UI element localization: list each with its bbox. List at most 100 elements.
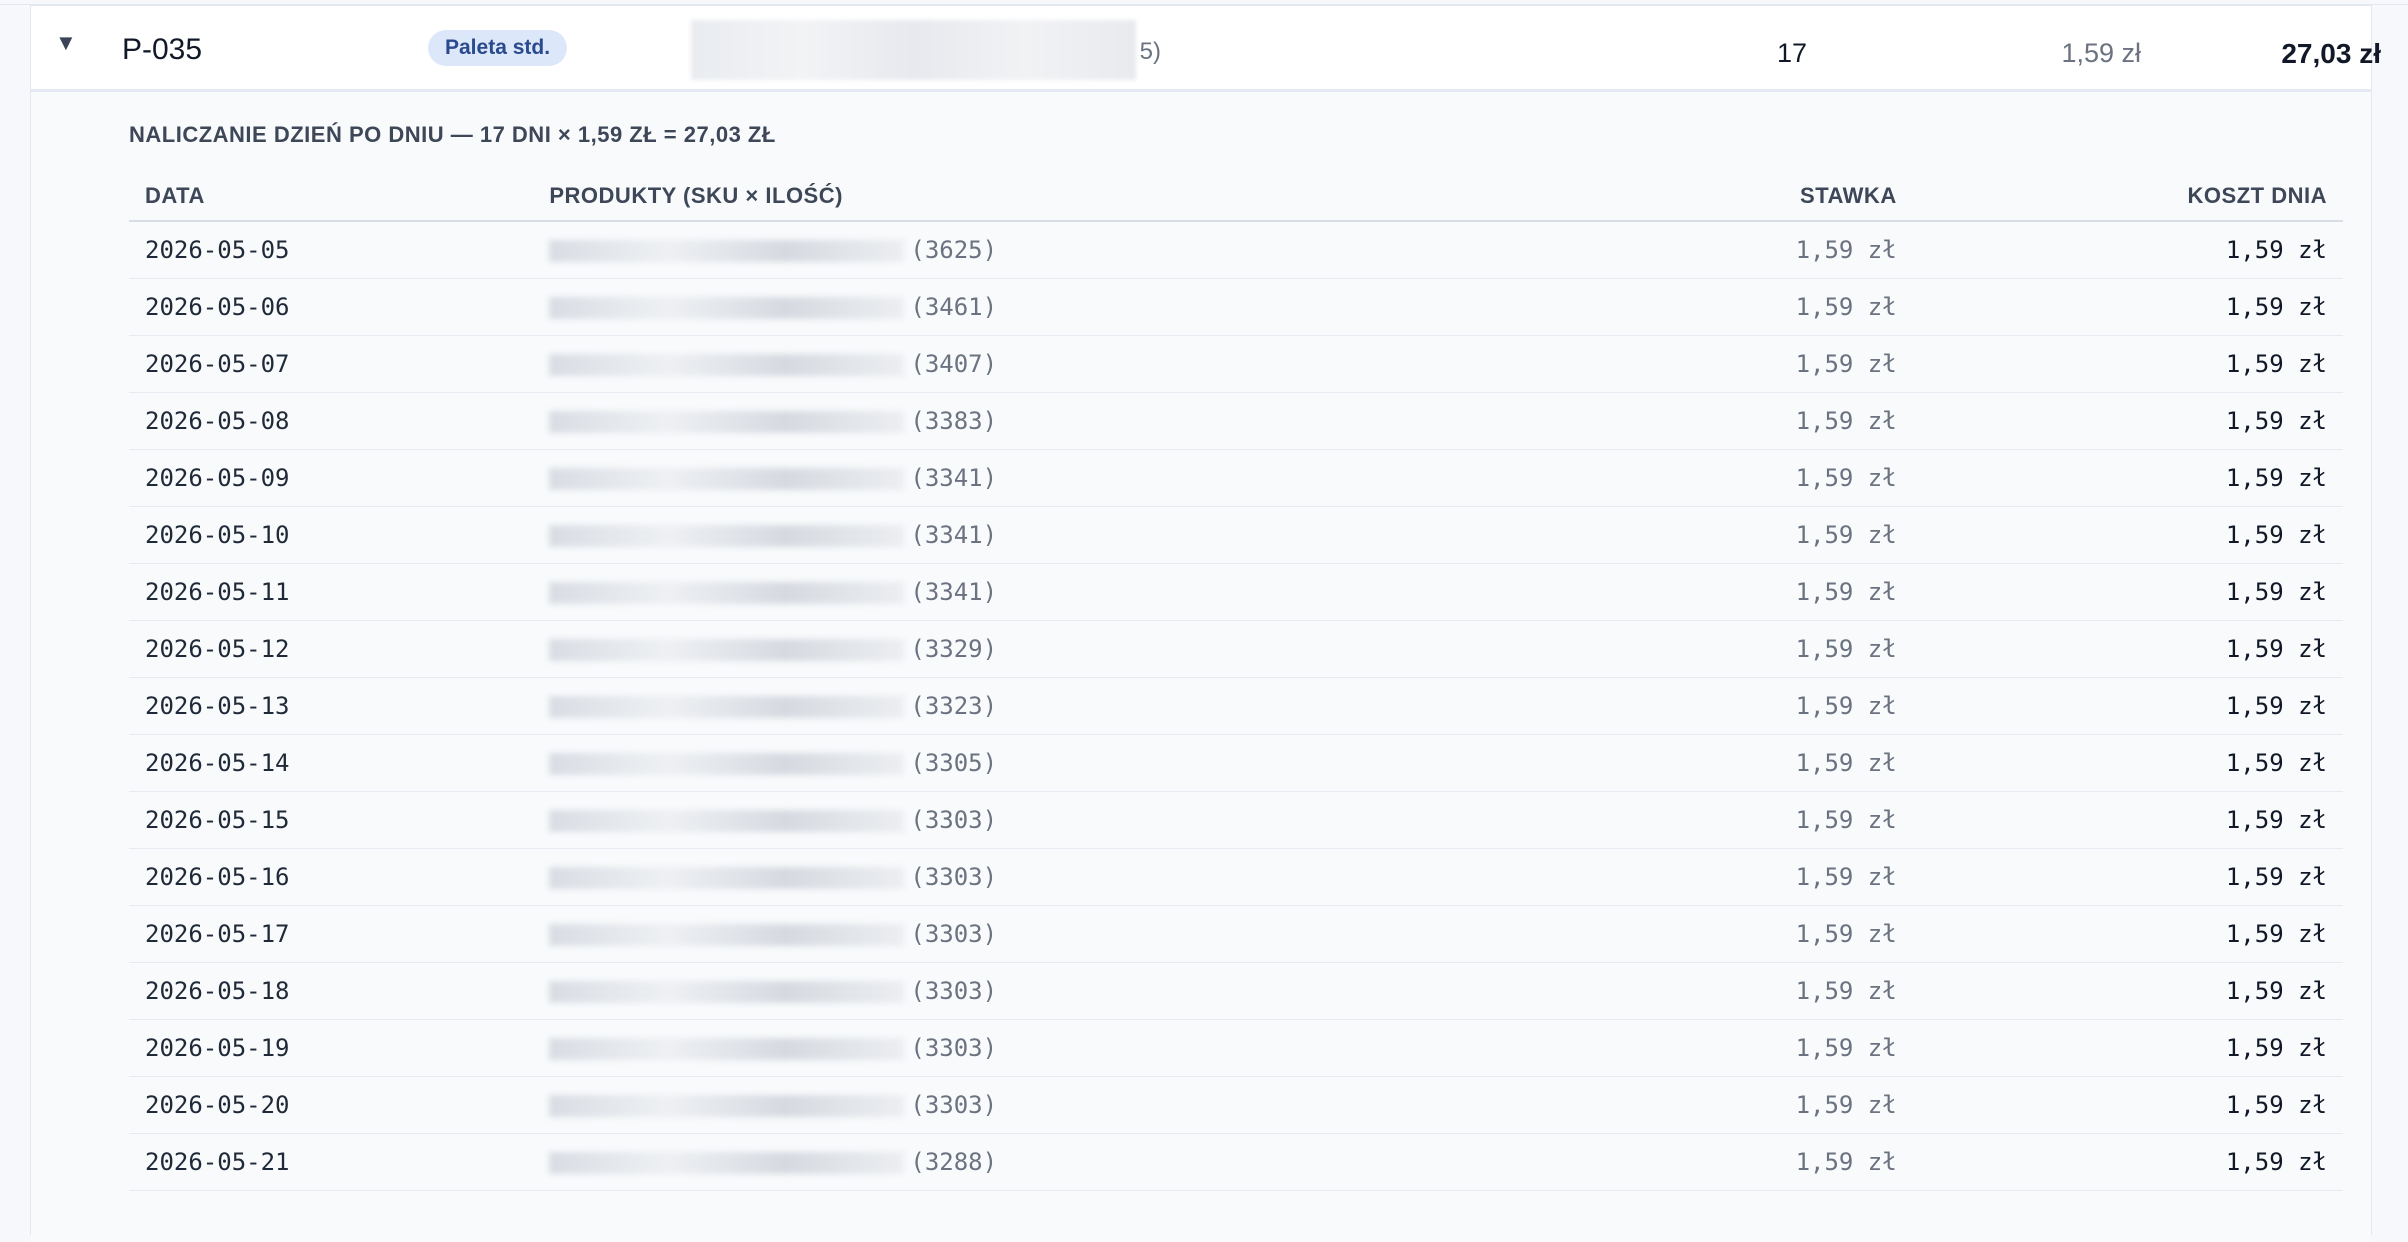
table-row: 2026-05-17 (3303) 1,59 zł 1,59 zł <box>129 905 2343 963</box>
table-row: 2026-05-20 (3303) 1,59 zł 1,59 zł <box>129 1076 2343 1134</box>
table-row: 2026-05-05 (3625) 1,59 zł 1,59 zł <box>129 221 2343 279</box>
pallet-id: P-035 <box>122 33 203 66</box>
redacted-sku <box>549 411 905 433</box>
table-row: 2026-05-06 (3461) 1,59 zł 1,59 zł <box>129 278 2343 336</box>
row-products-qty: (3625) <box>910 236 998 264</box>
row-products-qty: (3303) <box>910 977 998 1005</box>
redacted-sku <box>549 1095 905 1117</box>
table-row: 2026-05-15 (3303) 1,59 zł 1,59 zł <box>129 791 2343 849</box>
pallet-type-badge: Paleta std. <box>428 30 568 66</box>
table-row: 2026-05-18 (3303) 1,59 zł 1,59 zł <box>129 962 2343 1020</box>
row-products-qty: (3341) <box>910 521 998 549</box>
redacted-sku <box>549 696 905 718</box>
header-cost: KOSZT DNIA <box>1912 172 2343 222</box>
daily-breakdown: NALICZANIE DZIEŃ PO DNIU — 17 DNI × 1,59… <box>31 92 2371 1242</box>
table-row: 2026-05-13 (3323) 1,59 zł 1,59 zł <box>129 677 2343 735</box>
row-products-qty: (3303) <box>910 863 998 891</box>
row-products: (3383) <box>533 392 1682 450</box>
row-products-qty: (3383) <box>910 407 998 435</box>
row-products: (3341) <box>533 563 1682 621</box>
redacted-sku <box>549 468 905 490</box>
row-products: (3305) <box>533 734 1682 792</box>
redacted-sku <box>549 639 905 661</box>
redacted-sku <box>549 924 905 946</box>
row-cost: 1,59 zł <box>1912 335 2343 393</box>
row-rate: 1,59 zł <box>1681 506 1913 564</box>
table-row: 2026-05-21 (3288) 1,59 zł 1,59 zł <box>129 1133 2343 1191</box>
row-cost: 1,59 zł <box>1912 905 2343 963</box>
row-products: (3625) <box>533 221 1682 279</box>
row-products-qty: (3341) <box>910 578 998 606</box>
redacted-sku <box>549 753 905 775</box>
row-cost: 1,59 zł <box>1912 734 2343 792</box>
row-rate: 1,59 zł <box>1681 335 1913 393</box>
row-rate: 1,59 zł <box>1681 848 1913 906</box>
row-cost: 1,59 zł <box>1912 506 2343 564</box>
row-products: (3303) <box>533 905 1682 963</box>
row-rate: 1,59 zł <box>1681 1076 1913 1134</box>
row-cost: 1,59 zł <box>1912 1076 2343 1134</box>
table-row: 2026-05-19 (3303) 1,59 zł 1,59 zł <box>129 1019 2343 1077</box>
row-rate: 1,59 zł <box>1681 392 1913 450</box>
row-products: (3303) <box>533 1019 1682 1077</box>
redacted-sku <box>549 810 905 832</box>
row-products-qty: (3341) <box>910 464 998 492</box>
row-cost: 1,59 zł <box>1912 962 2343 1020</box>
row-cost: 1,59 zł <box>1912 1133 2343 1191</box>
row-date: 2026-05-21 <box>129 1133 534 1191</box>
row-rate: 1,59 zł <box>1681 734 1913 792</box>
table-row: 2026-05-16 (3303) 1,59 zł 1,59 zł <box>129 848 2343 906</box>
row-cost: 1,59 zł <box>1912 791 2343 849</box>
row-date: 2026-05-09 <box>129 449 534 507</box>
header-rate: STAWKA <box>1681 172 1913 222</box>
pallet-panel: ▼ P-035 Paleta std. 5) 17 1,59 zł 27,03 … <box>30 5 2381 1242</box>
table-row: 2026-05-14 (3305) 1,59 zł 1,59 zł <box>129 734 2343 792</box>
row-cost: 1,59 zł <box>1912 278 2343 336</box>
row-cost: 1,59 zł <box>1912 620 2343 678</box>
table-row: 2026-05-10 (3341) 1,59 zł 1,59 zł <box>129 506 2343 564</box>
row-rate: 1,59 zł <box>1681 563 1913 621</box>
pallet-row[interactable]: ▼ P-035 Paleta std. 5) 17 1,59 zł 27,03 … <box>31 6 2381 92</box>
row-date: 2026-05-20 <box>129 1076 534 1134</box>
row-rate: 1,59 zł <box>1681 1019 1913 1077</box>
row-date: 2026-05-11 <box>129 563 534 621</box>
row-products: (3303) <box>533 1076 1682 1134</box>
redacted-sku <box>549 981 905 1003</box>
breakdown-title: NALICZANIE DZIEŃ PO DNIU — 17 DNI × 1,59… <box>129 122 776 147</box>
redacted-sku <box>549 525 905 547</box>
row-products: (3303) <box>533 791 1682 849</box>
row-date: 2026-05-18 <box>129 962 534 1020</box>
row-date: 2026-05-05 <box>129 221 534 279</box>
table-header-row: DATA PRODUKTY (SKU × ILOŚĆ) STAWKA KOSZT… <box>129 172 2343 222</box>
pallet-products-tail: 5) <box>1139 38 1161 65</box>
redacted-sku <box>549 297 905 319</box>
redacted-sku <box>549 867 905 889</box>
row-date: 2026-05-16 <box>129 848 534 906</box>
row-products-qty: (3288) <box>910 1148 998 1176</box>
row-rate: 1,59 zł <box>1681 791 1913 849</box>
table-row: 2026-05-07 (3407) 1,59 zł 1,59 zł <box>129 335 2343 393</box>
row-date: 2026-05-17 <box>129 905 534 963</box>
row-rate: 1,59 zł <box>1681 278 1913 336</box>
row-rate: 1,59 zł <box>1681 677 1913 735</box>
pallet-days: 17 <box>1776 38 1807 68</box>
row-date: 2026-05-06 <box>129 278 534 336</box>
row-cost: 1,59 zł <box>1912 677 2343 735</box>
row-products: (3288) <box>533 1133 1682 1191</box>
header-products: PRODUKTY (SKU × ILOŚĆ) <box>533 172 1682 222</box>
row-rate: 1,59 zł <box>1681 905 1913 963</box>
row-date: 2026-05-15 <box>129 791 534 849</box>
row-rate: 1,59 zł <box>1681 1133 1913 1191</box>
row-products-qty: (3329) <box>910 635 998 663</box>
row-date: 2026-05-08 <box>129 392 534 450</box>
table-row: 2026-05-11 (3341) 1,59 zł 1,59 zł <box>129 563 2343 621</box>
row-products-qty: (3303) <box>910 1034 998 1062</box>
row-date: 2026-05-12 <box>129 620 534 678</box>
row-date: 2026-05-13 <box>129 677 534 735</box>
row-products-qty: (3461) <box>910 293 998 321</box>
redacted-sku <box>549 354 905 376</box>
row-rate: 1,59 zł <box>1681 620 1913 678</box>
row-rate: 1,59 zł <box>1681 962 1913 1020</box>
collapse-toggle-icon[interactable]: ▼ <box>55 30 77 56</box>
pallet-rate: 1,59 zł <box>2061 38 2141 68</box>
